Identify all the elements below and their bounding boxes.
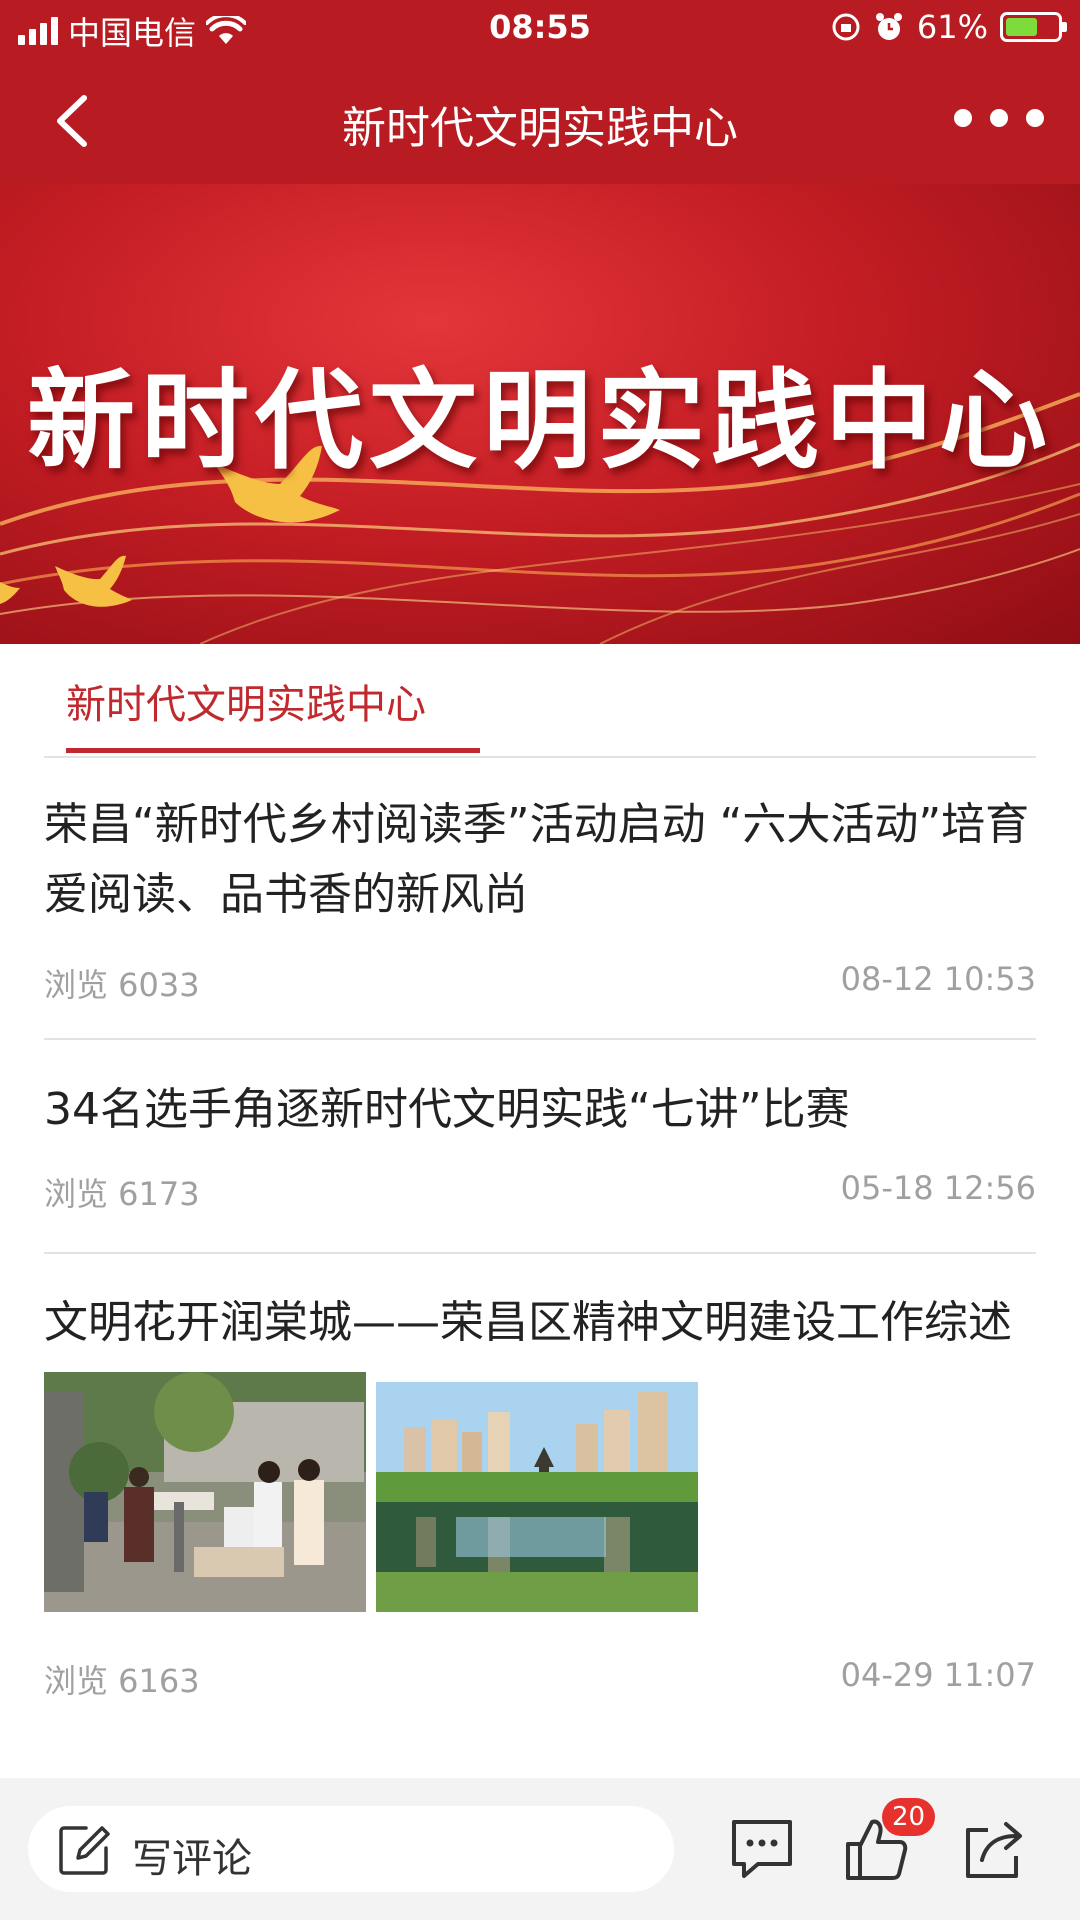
like-count-badge: 20 [882, 1798, 936, 1836]
publish-date: 08-12 10:53 [840, 960, 1036, 998]
hero-banner: 新时代文明实践中心 [0, 184, 1080, 644]
article-title[interactable]: 文明花开润棠城——荣昌区精神文明建设工作综述 [44, 1288, 1036, 1358]
publish-date: 04-29 11:07 [840, 1656, 1036, 1694]
page-title: 新时代文明实践中心 [342, 103, 738, 154]
divider [44, 756, 1036, 758]
article-meta: 浏览 6163 04-29 11:07 [44, 1656, 1036, 1700]
battery-icon [1000, 12, 1067, 42]
article-title[interactable]: 34名选手角逐新时代文明实践“七讲”比赛 [44, 1075, 1036, 1145]
status-right: 61% [831, 8, 1067, 46]
thumbnail-city-lake[interactable] [376, 1372, 698, 1612]
thumbnail-reading-activity[interactable] [44, 1372, 366, 1612]
tab-indicator [66, 748, 480, 753]
nav-bar: 新时代文明实践中心 [0, 58, 1080, 184]
publish-date: 05-18 12:56 [840, 1169, 1036, 1207]
alarm-icon [875, 13, 902, 40]
tab-civilization-center[interactable]: 新时代文明实践中心 [66, 672, 426, 730]
divider [44, 1038, 1036, 1040]
share-icon[interactable] [960, 1816, 1028, 1882]
orientation-lock-icon [832, 13, 860, 41]
article-meta: 浏览 6033 08-12 10:53 [44, 960, 1036, 1004]
status-bar: 中国电信 08:55 61% [0, 0, 1080, 58]
divider [44, 1252, 1036, 1254]
comment-input[interactable]: 写评论 [28, 1806, 674, 1892]
article-title[interactable]: 荣昌“新时代乡村阅读季”活动启动 “六大活动”培育爱阅读、品书香的新风尚 [44, 790, 1036, 930]
view-count: 浏览 6173 [44, 1175, 200, 1213]
bottom-bar: 写评论 20 [0, 1778, 1080, 1920]
comment-icon[interactable] [728, 1816, 796, 1882]
tab-bar: 新时代文明实践中心 [0, 644, 1080, 756]
list-item[interactable]: 荣昌“新时代乡村阅读季”活动启动 “六大活动”培育爱阅读、品书香的新风尚 浏览 … [44, 790, 1036, 1004]
comment-placeholder: 写评论 [132, 1836, 252, 1882]
list-item[interactable]: 文明花开润棠城——荣昌区精神文明建设工作综述 浏览 6163 04-29 11:… [44, 1288, 1036, 1700]
article-meta: 浏览 6173 05-18 12:56 [44, 1169, 1036, 1213]
article-thumbnails [44, 1372, 1036, 1612]
more-icon[interactable] [954, 98, 1044, 138]
battery-percent: 61% [916, 8, 988, 46]
banner-title: 新时代文明实践中心 [26, 359, 1053, 484]
view-count: 浏览 6033 [44, 966, 200, 1004]
view-count: 浏览 6163 [44, 1662, 200, 1700]
list-item[interactable]: 34名选手角逐新时代文明实践“七讲”比赛 浏览 6173 05-18 12:56 [44, 1075, 1036, 1213]
edit-icon [59, 1826, 110, 1875]
